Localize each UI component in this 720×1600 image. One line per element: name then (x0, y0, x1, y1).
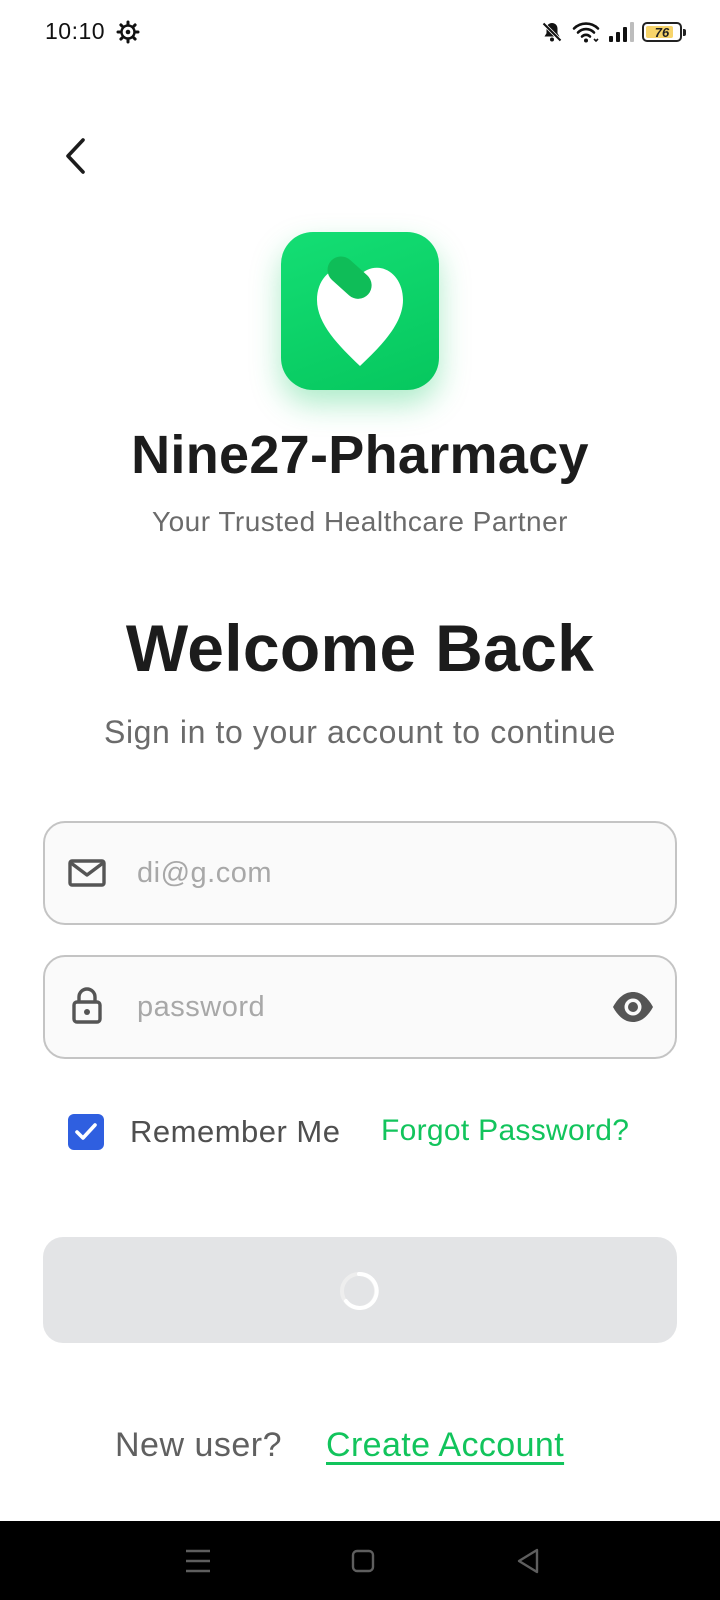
password-field[interactable] (137, 977, 597, 1037)
email-field-container[interactable] (43, 821, 677, 925)
signal-icon (609, 22, 634, 42)
status-icons: 76 (540, 18, 686, 46)
page-title: Welcome Back (125, 611, 595, 685)
bell-off-icon (542, 22, 562, 42)
back-button[interactable] (52, 132, 100, 180)
remember-me-label[interactable]: Remember Me (130, 1114, 341, 1150)
wifi-icon (572, 22, 600, 43)
forgot-password-link[interactable]: Forgot Password? (381, 1114, 629, 1148)
battery-level: 76 (654, 24, 670, 40)
app-logo (281, 232, 439, 390)
page-subtitle: Sign in to your account to continue (104, 714, 616, 750)
heart-pill-icon (317, 256, 403, 366)
remember-me-checkbox[interactable] (68, 1114, 104, 1150)
system-nav-bar (0, 1521, 720, 1600)
checkmark-icon (75, 1123, 97, 1140)
app-tagline: Your Trusted Healthcare Partner (151, 506, 569, 537)
mail-icon (68, 859, 106, 887)
new-user-prompt: New user? (115, 1426, 283, 1464)
lock-icon (72, 987, 102, 1024)
gear-icon (116, 20, 140, 44)
menu-icon[interactable] (178, 1541, 218, 1581)
eye-icon[interactable] (611, 987, 655, 1027)
status-bar: 10:10 76 (0, 0, 720, 64)
chevron-left-icon (66, 138, 85, 174)
status-time: 10:10 (45, 18, 106, 44)
create-account-link[interactable]: Create Account (326, 1426, 564, 1465)
email-field[interactable] (137, 843, 597, 903)
password-field-container[interactable] (43, 955, 677, 1059)
app-name: Nine27-Pharmacy (131, 425, 589, 485)
spinner-icon (340, 1271, 379, 1310)
back-triangle-icon[interactable] (509, 1541, 549, 1581)
battery-icon: 76 (642, 22, 686, 42)
home-icon[interactable] (343, 1541, 383, 1581)
